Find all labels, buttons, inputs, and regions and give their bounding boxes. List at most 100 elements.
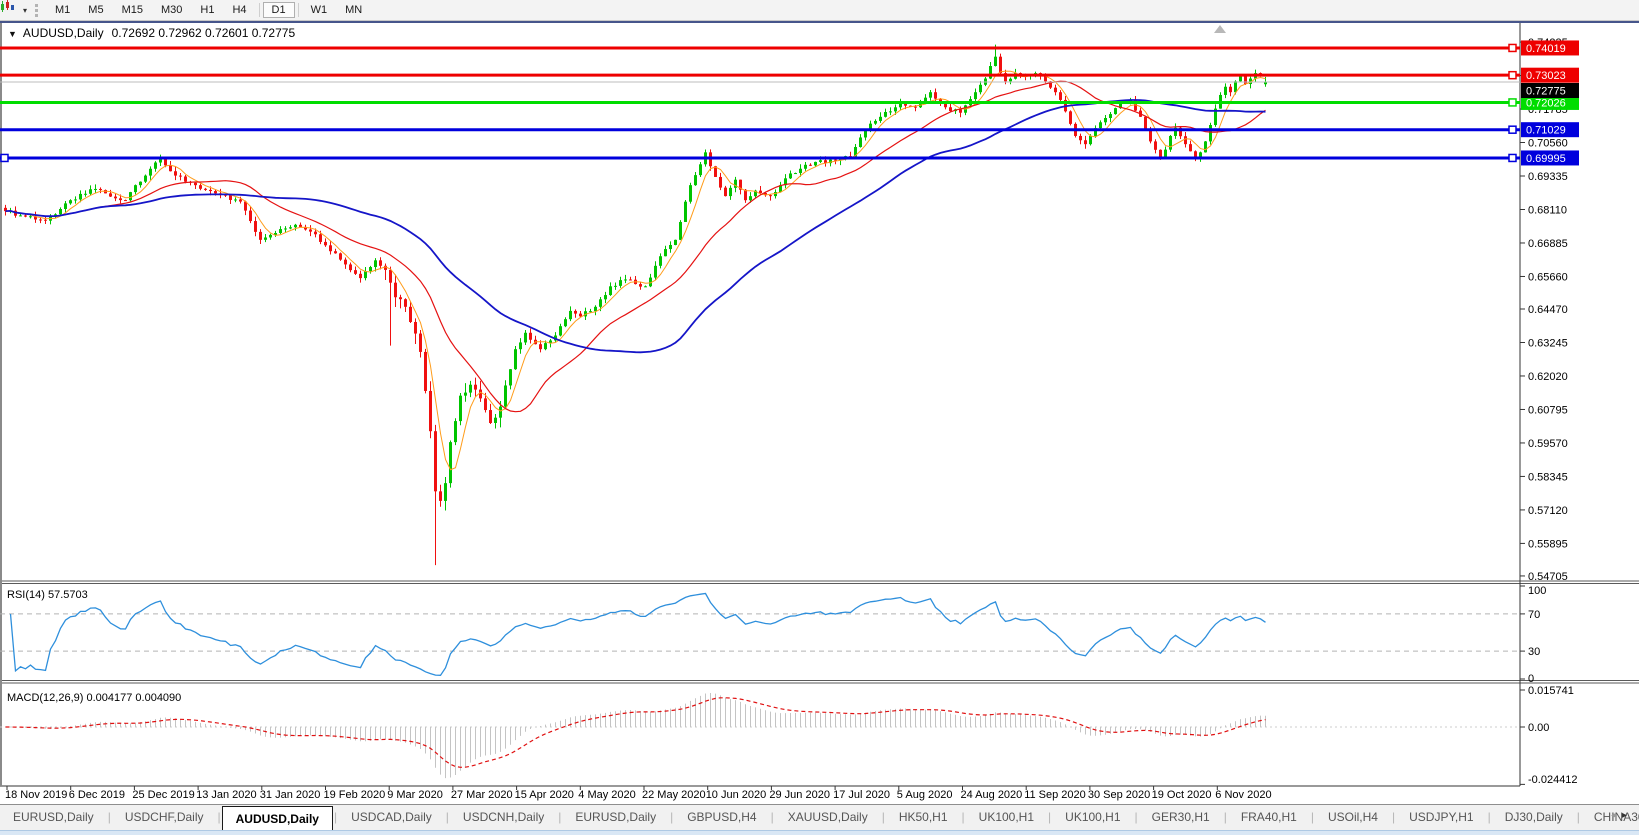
x-axis-date-label: 22 May 2020 bbox=[642, 789, 706, 801]
x-axis-date-label: 17 Jul 2020 bbox=[833, 789, 890, 801]
line-price-label: 0.74019 bbox=[1526, 43, 1566, 55]
chart-tool-icon[interactable] bbox=[4, 2, 22, 18]
current-price-label: 0.72775 bbox=[1526, 86, 1566, 98]
timeframe-button-H1[interactable]: H1 bbox=[191, 2, 223, 18]
macd-tick-label: 0.00 bbox=[1528, 722, 1549, 734]
chart-tab-EURUSD-Daily[interactable]: EURUSD,Daily bbox=[0, 805, 107, 831]
horizontal-line-0.72026[interactable]: 0.72026 bbox=[0, 95, 1579, 110]
timeframe-toolbar: ▾ M1M5M15M30H1H4 D1 W1MN bbox=[0, 0, 1639, 21]
x-axis-date-label: 11 Sep 2020 bbox=[1024, 789, 1086, 801]
timeframe-button-D1[interactable]: D1 bbox=[263, 2, 295, 18]
line-price-label: 0.69995 bbox=[1526, 153, 1566, 165]
collapse-triangle-icon[interactable]: ▼ bbox=[8, 29, 17, 39]
x-axis-date-label: 5 Aug 2020 bbox=[897, 789, 953, 801]
chart-tab-UK100-H1[interactable]: UK100,H1 bbox=[1052, 805, 1133, 831]
horizontal-line-0.71029[interactable]: 0.71029 bbox=[0, 122, 1579, 137]
rsi-tick-label: 0 bbox=[1528, 673, 1534, 685]
chart-tab-USDJPY-H1[interactable]: USDJPY,H1 bbox=[1396, 805, 1486, 831]
chart-symbol-label: AUDUSD,Daily bbox=[23, 26, 104, 40]
horizontal-line-0.73023[interactable]: 0.73023 bbox=[0, 68, 1579, 83]
chart-window-top-border bbox=[0, 21, 1639, 23]
current-price-marker: 0.72775 bbox=[0, 82, 1579, 98]
price-tick-label: 0.66885 bbox=[1528, 238, 1568, 250]
chart-tab-USDCHF-Daily[interactable]: USDCHF,Daily bbox=[112, 805, 217, 831]
tab-scroll-arrows: ◂▸ bbox=[1611, 810, 1633, 821]
tab-scroll-right-icon[interactable]: ▸ bbox=[1622, 810, 1633, 821]
rsi-line bbox=[11, 594, 1266, 676]
chart-tab-XAUUSD-Daily[interactable]: XAUUSD,Daily bbox=[775, 805, 881, 831]
price-axis[interactable]: 0.742350.730100.717850.705600.693350.681… bbox=[1520, 37, 1568, 583]
chart-tab-AUDUSD-Daily[interactable]: AUDUSD,Daily bbox=[222, 806, 333, 831]
price-tick-label: 0.65660 bbox=[1528, 271, 1568, 283]
candlestick-glyph bbox=[0, 0, 14, 13]
x-axis-date-label: 6 Dec 2019 bbox=[69, 789, 125, 801]
chart-title: ▼ AUDUSD,Daily 0.72692 0.72962 0.72601 0.7… bbox=[8, 26, 295, 40]
timeframe-button-H4[interactable]: H4 bbox=[223, 2, 255, 18]
price-tick-label: 0.63245 bbox=[1528, 337, 1568, 349]
timeframe-button-M5[interactable]: M5 bbox=[79, 2, 112, 18]
price-tick-label: 0.68110 bbox=[1528, 204, 1567, 216]
chart-ohlc-values: 0.72692 0.72962 0.72601 0.72775 bbox=[112, 26, 296, 40]
chart-tab-GBPUSD-H4[interactable]: GBPUSD,H4 bbox=[674, 805, 769, 831]
chart-tab-USDCAD-Daily[interactable]: USDCAD,Daily bbox=[338, 805, 445, 831]
x-axis-date-label: 25 Dec 2019 bbox=[132, 789, 194, 801]
timeframe-button-MN[interactable]: MN bbox=[336, 2, 371, 18]
line-price-label: 0.73023 bbox=[1526, 70, 1566, 82]
price-tick-label: 0.69335 bbox=[1528, 171, 1568, 183]
chart-tab-USDCNH-Daily[interactable]: USDCNH,Daily bbox=[450, 805, 557, 831]
x-axis-date-label: 27 Mar 2020 bbox=[451, 789, 513, 801]
x-axis-date-label: 10 Jun 2020 bbox=[706, 789, 767, 801]
line-price-label: 0.71029 bbox=[1526, 125, 1566, 137]
price-tick-label: 0.64470 bbox=[1528, 304, 1568, 316]
chart-tab-bar: EURUSD,Daily|USDCHF,Daily|AUDUSD,Daily|U… bbox=[0, 804, 1639, 831]
moving-average-50 bbox=[6, 100, 1266, 352]
timeframe-button-W1[interactable]: W1 bbox=[302, 2, 337, 18]
toolbar-divider bbox=[298, 3, 299, 17]
pane-borders bbox=[0, 22, 1639, 786]
chevron-down-icon[interactable]: ▾ bbox=[23, 6, 27, 15]
timeframe-button-M1[interactable]: M1 bbox=[46, 2, 79, 18]
price-tick-label: 0.59570 bbox=[1528, 438, 1568, 450]
toolbar-divider bbox=[259, 3, 260, 17]
x-axis-date-label: 29 Jun 2020 bbox=[769, 789, 830, 801]
macd-tick-label: -0.024412 bbox=[1528, 774, 1578, 786]
x-axis-date-label: 19 Oct 2020 bbox=[1152, 789, 1212, 801]
toolbar-grip-handle[interactable] bbox=[35, 4, 38, 17]
chart-tab-EURUSD-Daily[interactable]: EURUSD,Daily bbox=[562, 805, 669, 831]
horizontal-line-0.69995[interactable]: 0.69995 bbox=[0, 150, 1579, 165]
timeframe-button-M30[interactable]: M30 bbox=[152, 2, 191, 18]
macd-axis: 0.015741 0.00 -0.024412 bbox=[0, 685, 1578, 786]
x-axis-date-label: 19 Feb 2020 bbox=[324, 789, 386, 801]
x-axis-date-label: 6 Nov 2020 bbox=[1215, 789, 1271, 801]
x-axis-date-label: 18 Nov 2019 bbox=[5, 789, 67, 801]
chart-tab-UK100-H1[interactable]: UK100,H1 bbox=[966, 805, 1047, 831]
chart-tab-USOil-H4[interactable]: USOil,H4 bbox=[1315, 805, 1391, 831]
price-tick-label: 0.62020 bbox=[1528, 371, 1568, 383]
horizontal-line-0.74019[interactable]: 0.74019 bbox=[0, 40, 1579, 55]
x-axis-date-label: 13 Jan 2020 bbox=[196, 789, 257, 801]
status-strip bbox=[0, 830, 1639, 835]
timeframe-button-M15[interactable]: M15 bbox=[113, 2, 152, 18]
rsi-indicator-label: RSI(14) 57.5703 bbox=[7, 589, 88, 601]
rsi-axis: 10070300 bbox=[0, 585, 1546, 685]
x-axis-date-label: 4 May 2020 bbox=[578, 789, 635, 801]
x-axis-date-row: 18 Nov 20196 Dec 2019 25 Dec 201913 Jan 2… bbox=[0, 789, 1639, 803]
chart-tab-FRA40-H1[interactable]: FRA40,H1 bbox=[1228, 805, 1310, 831]
chart-tab-DJ30-Daily[interactable]: DJ30,Daily bbox=[1492, 805, 1576, 831]
candlestick-series bbox=[4, 45, 1267, 565]
line-price-label: 0.72026 bbox=[1526, 97, 1566, 109]
x-axis-date-label: 9 Mar 2020 bbox=[387, 789, 443, 801]
chart-tab-HK50-H1[interactable]: HK50,H1 bbox=[886, 805, 961, 831]
x-axis-date-label: 15 Apr 2020 bbox=[515, 789, 574, 801]
chart-tab-GER30-H1[interactable]: GER30,H1 bbox=[1139, 805, 1223, 831]
mt4-workspace: 0.742350.730100.717850.705600.693350.681… bbox=[0, 0, 1639, 835]
macd-signal-line bbox=[6, 698, 1266, 768]
macd-indicator-label: MACD(12,26,9) 0.004177 0.004090 bbox=[7, 692, 181, 704]
rsi-tick-label: 30 bbox=[1528, 646, 1540, 658]
macd-tick-label: 0.015741 bbox=[1528, 685, 1574, 697]
price-tick-label: 0.54705 bbox=[1528, 571, 1568, 583]
tab-scroll-left-icon[interactable]: ◂ bbox=[1611, 810, 1622, 821]
chart-shift-marker-icon[interactable] bbox=[1214, 25, 1226, 33]
price-tick-label: 0.55895 bbox=[1528, 538, 1568, 550]
chart-canvas[interactable]: 0.742350.730100.717850.705600.693350.681… bbox=[0, 0, 1639, 835]
